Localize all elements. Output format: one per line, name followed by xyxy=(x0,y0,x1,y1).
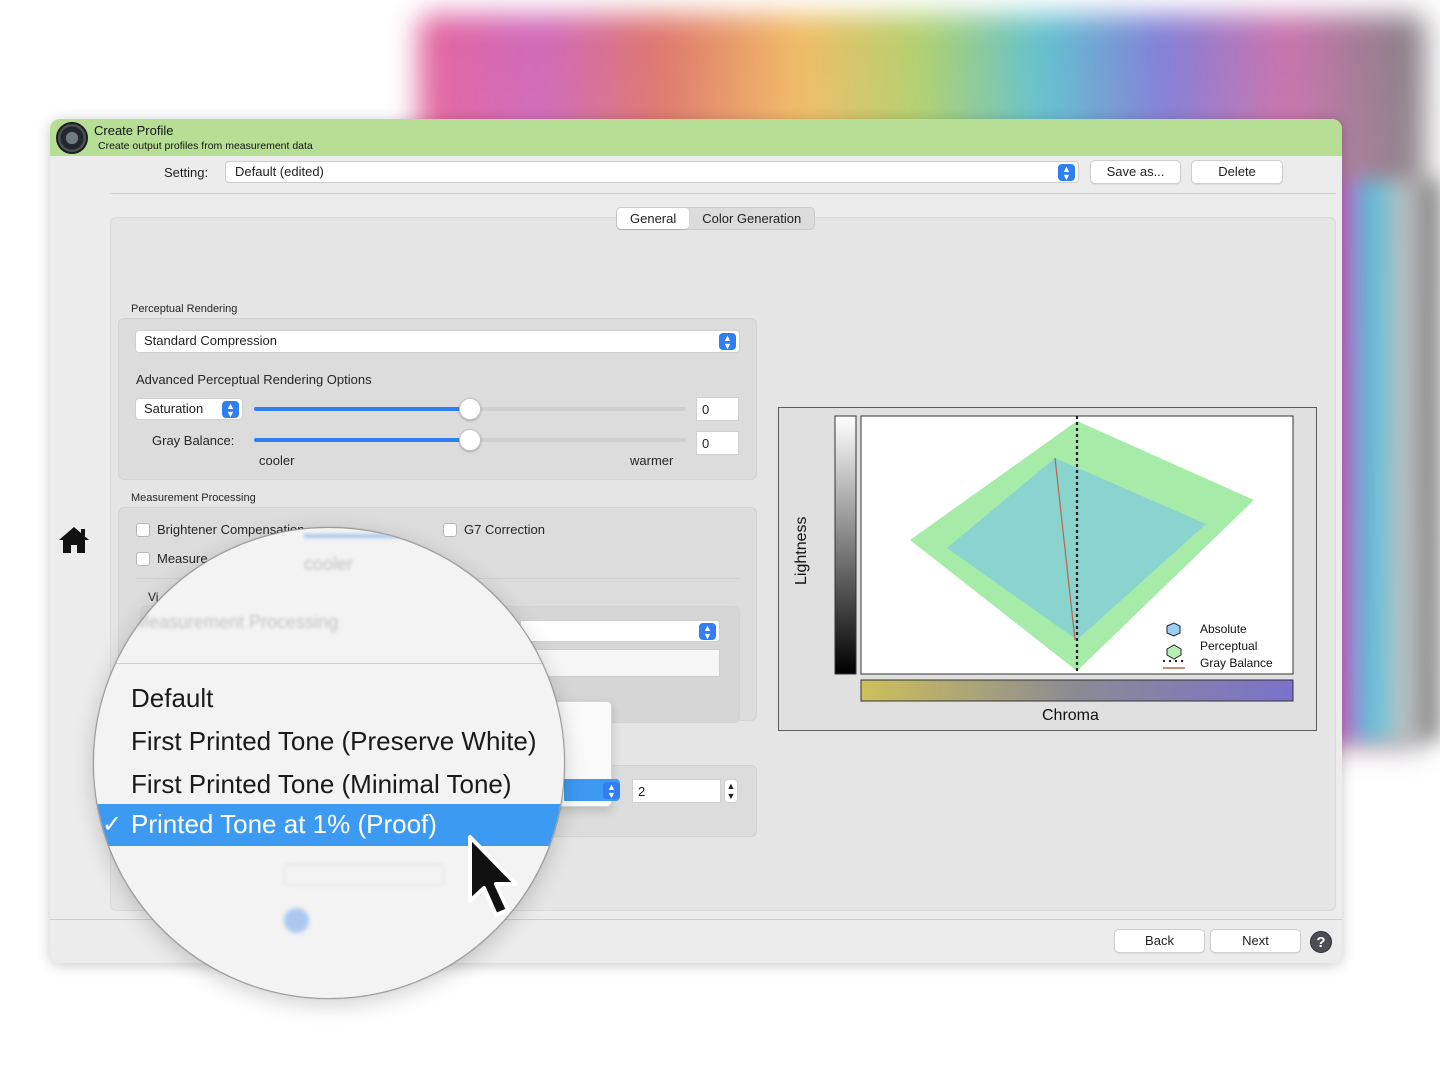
saturation-select[interactable]: Saturation ▲ ▼ xyxy=(135,398,243,420)
g7-correction-label: G7 Correction xyxy=(464,522,545,537)
menu-item-proof-label: Printed Tone at 1% (Proof) xyxy=(131,809,437,839)
setting-select[interactable]: Default (edited) ▲ ▼ xyxy=(225,161,1079,183)
ghost-radio xyxy=(284,908,309,933)
stepper-arrows-icon[interactable]: ▲ ▼ xyxy=(724,779,738,803)
ghost-field xyxy=(284,864,444,886)
magnifier-menu-separator xyxy=(94,663,564,664)
popup-chevron-icon: ▲ ▼ xyxy=(719,333,736,351)
ghost-group-label: Measurement Processing xyxy=(134,612,339,632)
help-icon[interactable]: ? xyxy=(1310,931,1332,953)
g7-correction-checkbox[interactable] xyxy=(443,523,457,537)
measurement-processing-group-label: Measurement Processing xyxy=(131,492,256,504)
setting-select-value: Default (edited) xyxy=(235,164,324,179)
gray-balance-label: Gray Balance: xyxy=(152,433,235,448)
saturation-value-field[interactable]: 0 xyxy=(696,397,739,421)
save-as-button[interactable]: Save as... xyxy=(1090,160,1181,184)
menu-item-default[interactable]: Default xyxy=(131,683,213,714)
magnifier-lens: cooler Measurement Processing Default Fi… xyxy=(93,527,565,999)
popup-chevron-icon: ▲ ▼ xyxy=(222,401,239,419)
gamut-chart-svg xyxy=(834,415,1294,702)
checkmark-icon: ✓ xyxy=(102,811,123,838)
window-subtitle: Create output profiles from measurement … xyxy=(98,140,313,152)
title-bar: Create Profile Create output profiles fr… xyxy=(50,119,1342,156)
legend-gray-balance: Gray Balance xyxy=(1200,656,1273,670)
first-printed-tone-select[interactable]: ▲ ▼ xyxy=(520,620,720,642)
window-title: Create Profile xyxy=(94,123,174,138)
cooler-label: cooler xyxy=(259,453,295,468)
saturation-slider-knob[interactable] xyxy=(459,398,481,420)
absolute-legend-icon xyxy=(1166,622,1181,637)
stepper-value-field[interactable]: 2 xyxy=(632,779,721,803)
legend-absolute: Absolute xyxy=(1200,622,1247,636)
warmer-label: warmer xyxy=(630,453,674,468)
setting-label: Setting: xyxy=(164,165,209,180)
popup-chevron-icon: ▲ ▼ xyxy=(699,623,716,641)
perceptual-method-select[interactable]: Standard Compression ▲ ▼ xyxy=(135,330,740,353)
x-axis-label: Chroma xyxy=(1042,707,1099,724)
gray-balance-value-field[interactable]: 0 xyxy=(696,431,739,455)
menu-item-preserve-white[interactable]: First Printed Tone (Preserve White) xyxy=(131,726,537,757)
legend-perceptual: Perceptual xyxy=(1200,639,1258,653)
back-button[interactable]: Back xyxy=(1114,929,1205,953)
saturation-slider-fill xyxy=(254,407,470,411)
brightener-checkbox[interactable] xyxy=(136,523,150,537)
perceptual-rendering-group-label: Perceptual Rendering xyxy=(131,303,238,315)
ghost-slider-fill xyxy=(304,534,404,538)
tab-general[interactable]: General xyxy=(617,208,690,229)
y-axis-label: Lightness xyxy=(793,516,810,586)
delete-button[interactable]: Delete xyxy=(1191,160,1283,184)
perceptual-method-value: Standard Compression xyxy=(144,333,277,348)
gray-balance-slider-fill xyxy=(254,438,470,442)
ghost-cooler-text: cooler xyxy=(304,554,354,574)
header-divider xyxy=(110,193,1336,194)
advanced-options-label: Advanced Perceptual Rendering Options xyxy=(136,372,372,387)
popup-chevron-icon: ▲ ▼ xyxy=(1058,164,1075,182)
tab-color-generation[interactable]: Color Generation xyxy=(689,208,814,229)
chroma-gradient-bar xyxy=(860,679,1294,702)
measure-checkbox[interactable] xyxy=(136,552,150,566)
saturation-select-value: Saturation xyxy=(144,401,204,416)
app-logo-icon xyxy=(56,122,88,154)
tab-bar: General Color Generation xyxy=(616,207,816,230)
popup-chevron-icon: ▲ ▼ xyxy=(603,782,620,800)
gamut-chart: Lightness Chroma Absolute Perceptual Gra… xyxy=(778,407,1317,731)
home-icon[interactable] xyxy=(56,522,92,558)
gray-balance-slider-knob[interactable] xyxy=(459,429,481,451)
mouse-pointer-icon xyxy=(468,835,518,917)
menu-item-minimal-tone[interactable]: First Printed Tone (Minimal Tone) xyxy=(131,769,512,800)
lightness-gradient-bar xyxy=(834,415,857,675)
next-button[interactable]: Next xyxy=(1210,929,1301,953)
